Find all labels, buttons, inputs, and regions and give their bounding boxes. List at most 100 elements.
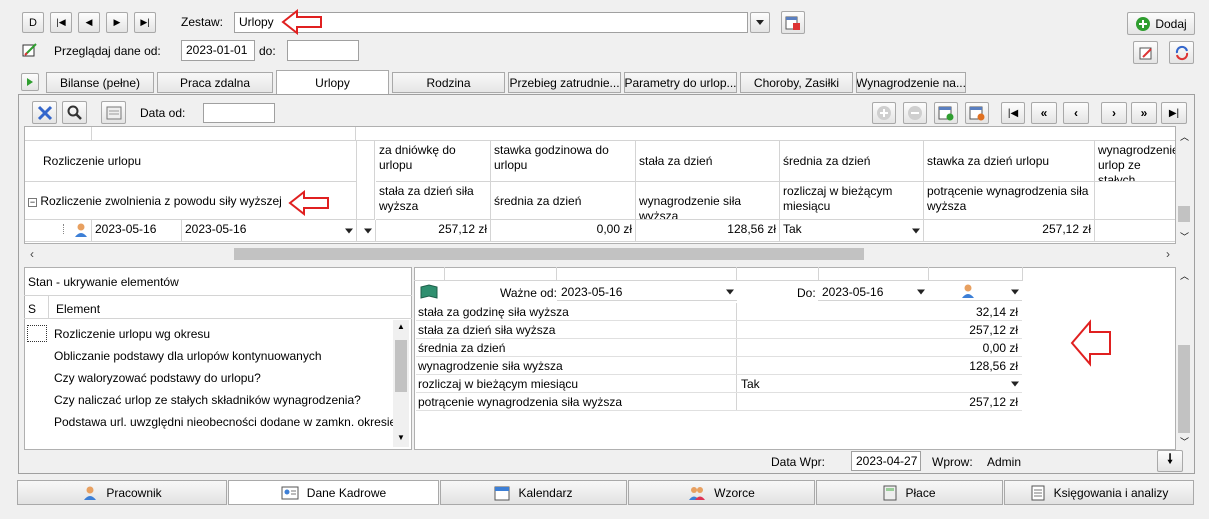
bottom-tab-dane-kadrowe[interactable]: Dane Kadrowe xyxy=(228,480,439,505)
list-item[interactable]: Czy waloryzować podstawy do urlopu? xyxy=(54,371,261,385)
grid-cell-value[interactable]: 257,12 zł xyxy=(924,220,1095,242)
zestaw-settings-button[interactable] xyxy=(781,11,805,34)
tools-button[interactable] xyxy=(32,101,57,124)
add-button[interactable]: Dodaj xyxy=(1127,12,1195,35)
zestaw-dropdown-button[interactable] xyxy=(750,12,770,33)
data-od-label: Data od: xyxy=(140,106,186,120)
chevron-down-icon[interactable] xyxy=(912,228,920,233)
grid-remove-button[interactable] xyxy=(903,102,927,124)
grid-delete-button[interactable] xyxy=(965,102,989,124)
grid-prev-button[interactable]: ‹ xyxy=(1063,102,1089,124)
nav-prev-button[interactable]: ◀ xyxy=(78,12,100,33)
tab-rodzina[interactable]: Rodzina xyxy=(392,72,505,93)
search-button[interactable] xyxy=(62,101,87,124)
calendar-icon xyxy=(494,486,510,500)
grid-next-page-button[interactable]: » xyxy=(1131,102,1157,124)
stan-scrollbar[interactable]: ▲ ▼ xyxy=(393,320,409,447)
plus-circle-icon xyxy=(1136,16,1151,31)
user-icon xyxy=(75,223,87,237)
edit-record-button[interactable] xyxy=(1133,41,1158,64)
przegladaj-label: Przeglądaj dane od: xyxy=(54,44,161,58)
grid-cell-value[interactable] xyxy=(1095,220,1175,242)
tab-praca-zdalna[interactable]: Praca zdalna xyxy=(157,72,273,93)
wazne-od-select[interactable]: 2023-05-16 xyxy=(557,283,737,301)
przegladaj-from-input[interactable]: 2023-01-01 xyxy=(181,40,255,61)
detail-row[interactable]: potrącenie wynagrodzenia siła wyższa 257,… xyxy=(416,393,1022,411)
detail-row[interactable]: stała za dzień siła wyższa 257,12 zł xyxy=(416,321,1022,339)
scroll-down-button[interactable]: 🠗 xyxy=(1157,450,1183,472)
user-select[interactable] xyxy=(928,283,1022,301)
nav-next-button[interactable]: ▶ xyxy=(106,12,128,33)
tab-wynagrodzenie[interactable]: Wynagrodzenie na... xyxy=(856,72,966,93)
calculator-button[interactable] xyxy=(101,101,126,124)
edit-icon xyxy=(1139,47,1152,59)
chevron-down-icon[interactable] xyxy=(917,289,925,294)
grid-col-header: wynagrodzenie urlop ze stałych xyxy=(1095,141,1175,182)
bottom-tab-wzorce[interactable]: Wzorce xyxy=(628,480,815,505)
chevron-down-icon[interactable] xyxy=(345,228,353,233)
data-od-input[interactable] xyxy=(203,103,275,123)
chevron-down-icon[interactable] xyxy=(364,228,372,233)
chevron-down-icon[interactable] xyxy=(726,289,734,294)
przegladaj-to-input[interactable] xyxy=(287,40,359,61)
grid-prev-page-button[interactable]: « xyxy=(1031,102,1057,124)
grid-cell-value[interactable]: 0,00 zł xyxy=(491,220,636,242)
nav-first-button[interactable]: D xyxy=(22,12,44,33)
chevron-down-icon[interactable] xyxy=(1011,289,1019,294)
grid-last-button[interactable]: ▶| xyxy=(1161,102,1187,124)
tabs-expand-button[interactable] xyxy=(21,73,39,91)
list-item[interactable]: Rozliczenie urlopu wg okresu xyxy=(54,327,210,341)
bottom-tab-kalendarz[interactable]: Kalendarz xyxy=(440,480,627,505)
grid-col-header: wynagrodzenie siła wyższa xyxy=(636,182,780,220)
grid-row-dropdown[interactable] xyxy=(357,220,376,242)
table-settings-icon xyxy=(785,16,800,30)
nav-last-button[interactable]: ▶| xyxy=(134,12,156,33)
refresh-button[interactable] xyxy=(1169,41,1194,64)
do-select[interactable]: 2023-05-16 xyxy=(818,283,928,301)
minus-circle-icon xyxy=(908,106,922,120)
detail-row[interactable]: wynagrodzenie siła wyższa 128,56 zł xyxy=(416,357,1022,375)
detail-scrollbar[interactable]: ︿ ﹀ xyxy=(1176,267,1192,450)
stan-title: Stan - ukrywanie elementów xyxy=(28,275,179,289)
data-wpr-input[interactable]: 2023-04-27 xyxy=(851,451,921,471)
bottom-tab-ksiegowania[interactable]: Księgowania i analizy xyxy=(1004,480,1194,505)
grid-cell-value[interactable]: 128,56 zł xyxy=(636,220,780,242)
tab-choroby-zasilki[interactable]: Choroby, Zasiłki xyxy=(740,72,853,93)
user-icon xyxy=(84,486,97,500)
grid-date-from[interactable]: 2023-05-16 xyxy=(92,220,182,242)
tab-bilanse[interactable]: Bilanse (pełne) xyxy=(46,72,154,93)
tab-przebieg-zatrudnienia[interactable]: Przebieg zatrudnie... xyxy=(508,72,621,93)
grid-add-button[interactable] xyxy=(872,102,896,124)
data-wpr-label: Data Wpr: xyxy=(771,455,826,469)
grid-next-button[interactable]: › xyxy=(1101,102,1127,124)
do-label: Do: xyxy=(797,286,816,300)
grid-export-button[interactable] xyxy=(934,102,958,124)
nav-first-record-button[interactable]: |◀ xyxy=(50,12,72,33)
collapse-icon[interactable]: − xyxy=(28,198,37,207)
id-card-icon xyxy=(281,486,299,499)
detail-row-rozliczaj[interactable]: rozliczaj w bieżącym miesiącu Tak xyxy=(416,375,1022,393)
list-item[interactable]: Podstawa url. uwzględni nieobecności dod… xyxy=(54,415,396,429)
grid-cell-value[interactable]: 257,12 zł xyxy=(376,220,491,242)
grid-first-button[interactable]: |◀ xyxy=(1001,102,1025,124)
grid-col-header: stawka za dzień urlopu xyxy=(924,141,1095,182)
list-item[interactable]: Czy naliczać urlop ze stałych składników… xyxy=(54,393,361,407)
detail-row[interactable]: stała za godzinę siła wyższa 32,14 zł xyxy=(416,303,1022,321)
grid-col-header: średnia za dzień xyxy=(491,182,636,220)
grid-date-to[interactable]: 2023-05-16 xyxy=(182,220,357,242)
chevron-down-icon[interactable] xyxy=(1011,381,1019,386)
grid-col-header: za dniówkę do urlopu xyxy=(376,141,491,182)
grid-vertical-scrollbar[interactable]: ︿ ﹀ xyxy=(1176,126,1192,244)
calculator-icon xyxy=(883,485,897,500)
annotation-arrow-icon xyxy=(281,9,322,35)
list-item[interactable]: Obliczanie podstawy dla urlopów kontynuo… xyxy=(54,349,322,363)
tab-parametry-do-urlopu[interactable]: Parametry do urlop... xyxy=(624,72,737,93)
stan-checkbox[interactable] xyxy=(27,325,47,342)
detail-row[interactable]: średnia za dzień 0,00 zł xyxy=(416,339,1022,357)
bottom-tab-pracownik[interactable]: Pracownik xyxy=(17,480,227,505)
grid-cell-rozliczaj[interactable]: Tak xyxy=(780,220,924,242)
tab-urlopy[interactable]: Urlopy xyxy=(276,70,389,95)
grid-horizontal-scrollbar[interactable]: ‹ › xyxy=(24,244,1176,264)
search-icon xyxy=(67,105,82,120)
bottom-tab-place[interactable]: Płace xyxy=(816,480,1003,505)
